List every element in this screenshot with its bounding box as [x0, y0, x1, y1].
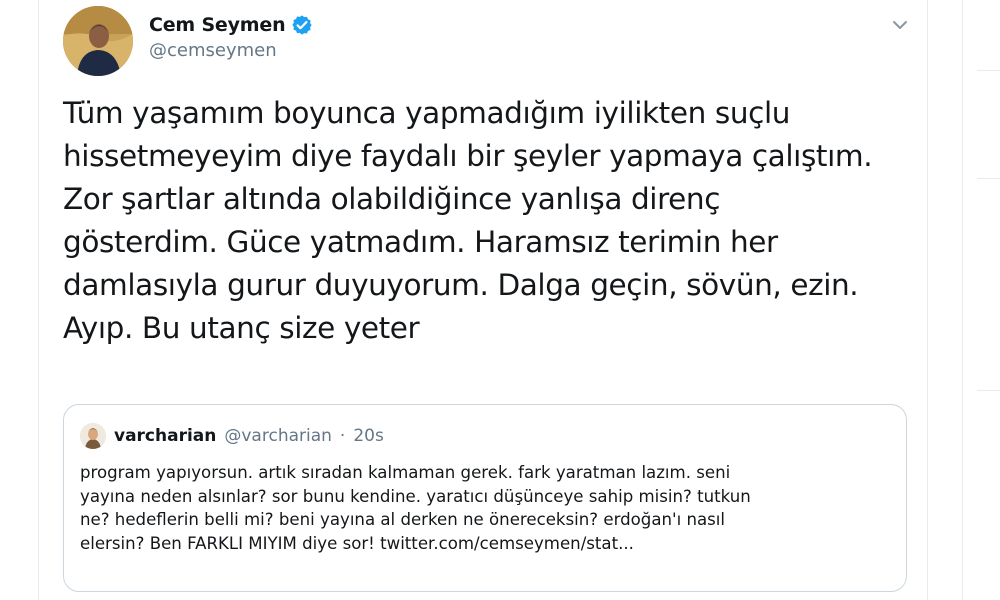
- quoted-tweet-text: program yapıyorsun. artık sıradan kalmam…: [80, 463, 751, 553]
- quoted-tweet-time: 20s: [353, 426, 384, 446]
- display-name-row: Cem Seymen: [149, 14, 313, 36]
- quoted-tweet-header: varcharian @varcharian · 20s: [80, 423, 384, 449]
- sidebar-divider: [977, 178, 1000, 179]
- quoted-tweet-card[interactable]: varcharian @varcharian · 20s program yap…: [63, 404, 907, 592]
- author-handle[interactable]: @cemseymen: [149, 40, 313, 61]
- author-display-name[interactable]: Cem Seymen: [149, 14, 286, 36]
- verified-badge-icon: [291, 14, 313, 36]
- tweet-text: Tüm yaşamım boyunca yapmadığım iyilikten…: [63, 96, 873, 345]
- page: Cem Seymen @cemseymen Tüm yaşamım boyunc…: [0, 0, 1000, 600]
- quoted-author-avatar: [80, 423, 106, 449]
- tweet-header: Cem Seymen @cemseymen: [63, 6, 913, 76]
- right-sidebar-edge: [962, 0, 1000, 600]
- quoted-author-handle: @varcharian: [224, 426, 332, 446]
- author-avatar-image: [63, 6, 133, 76]
- quoted-meta-separator: ·: [339, 426, 346, 446]
- author-avatar[interactable]: [63, 6, 133, 76]
- sidebar-divider: [977, 70, 1000, 71]
- author-info: Cem Seymen @cemseymen: [149, 14, 313, 61]
- tweet-menu-button[interactable]: [887, 12, 913, 38]
- quoted-author-avatar-image: [80, 423, 106, 449]
- chevron-down-icon: [893, 21, 907, 29]
- sidebar-divider: [977, 390, 1000, 391]
- quoted-author-display-name: varcharian: [114, 426, 217, 446]
- tweet-detail: Cem Seymen @cemseymen Tüm yaşamım boyunc…: [38, 0, 928, 600]
